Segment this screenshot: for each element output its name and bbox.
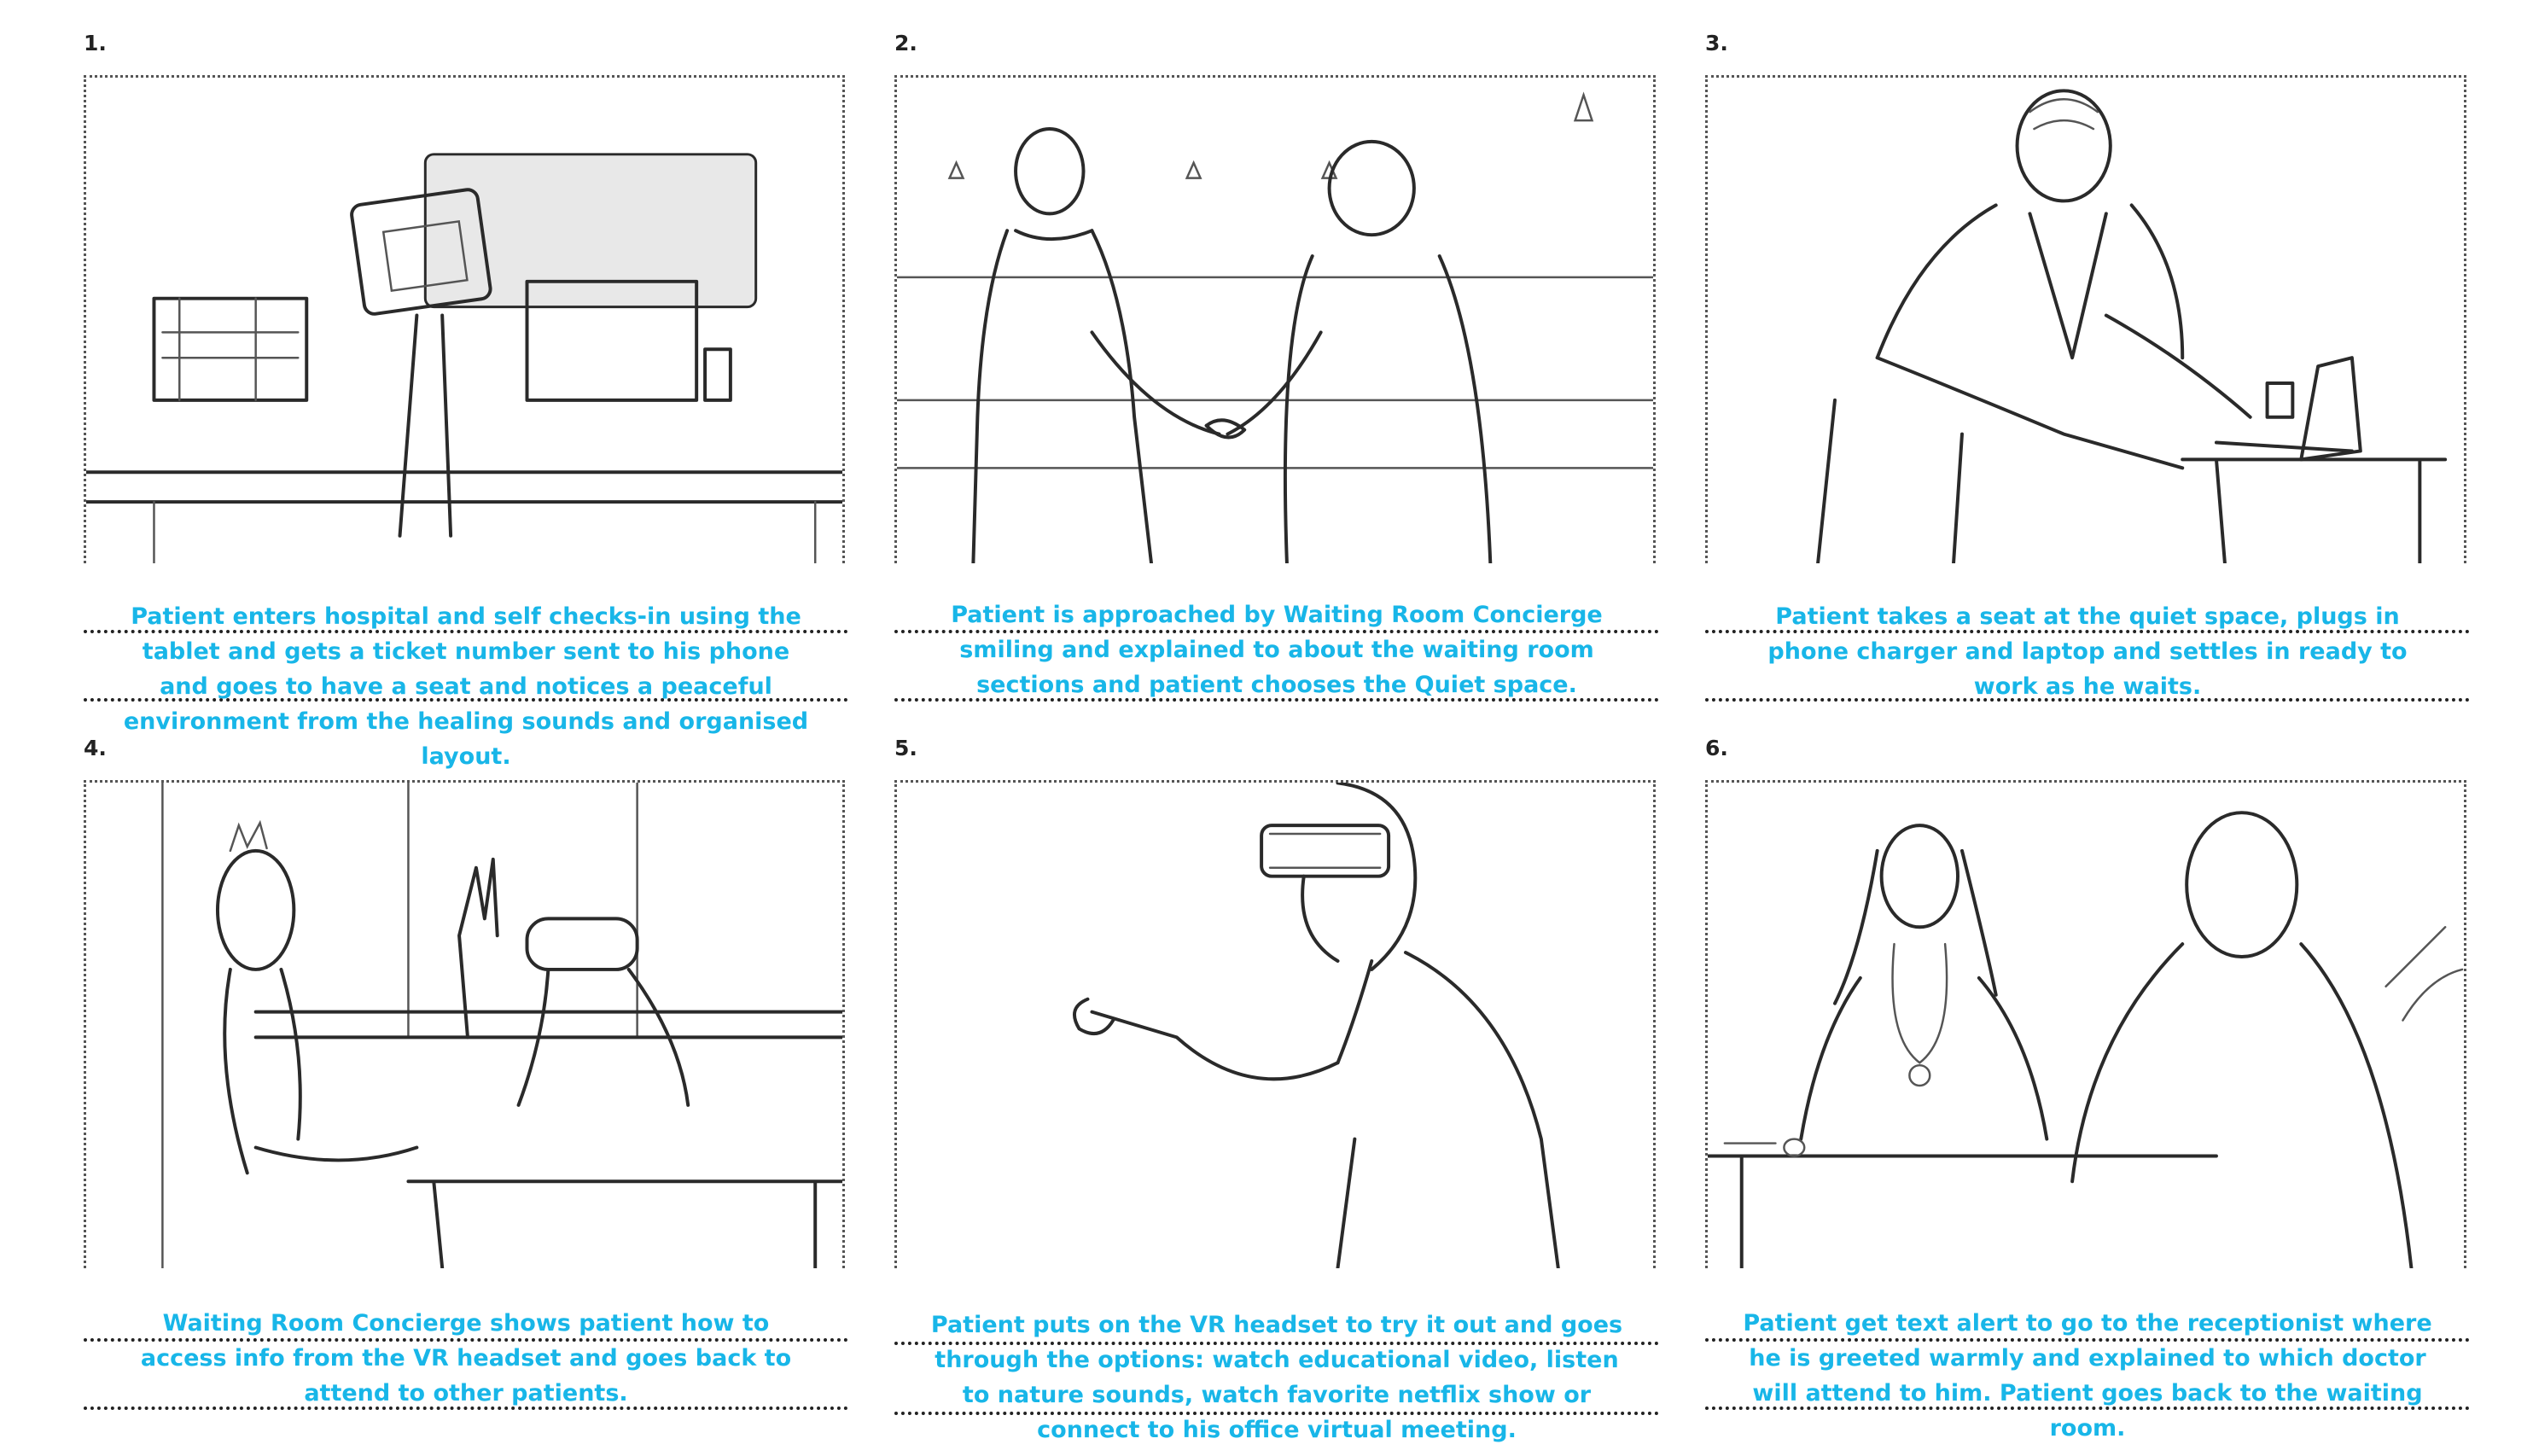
panel-illustration bbox=[1705, 75, 2466, 563]
panel-number: 1. bbox=[84, 31, 107, 55]
panel-number: 5. bbox=[894, 736, 917, 760]
panel-number: 6. bbox=[1705, 736, 1728, 760]
panel-illustration bbox=[894, 780, 1656, 1268]
sketch-kiosk-image bbox=[86, 153, 842, 563]
panel-caption: Patient is approached by Waiting Room Co… bbox=[951, 602, 1603, 698]
sketch-laptop-image bbox=[1816, 89, 2448, 563]
panel-caption: Patient puts on the VR headset to try it… bbox=[930, 1312, 1623, 1443]
panel-caption: Patient enters hospital and self checks-… bbox=[123, 603, 809, 770]
panel-caption: Waiting Room Concierge shows patient how… bbox=[140, 1310, 792, 1406]
panel-number: 3. bbox=[1705, 31, 1728, 55]
sketch-vr-headset-image bbox=[1072, 783, 1560, 1268]
panel-illustration bbox=[1705, 780, 2466, 1268]
sketch-handshake-image bbox=[897, 91, 1653, 563]
sketch-doctor-image bbox=[1708, 811, 2464, 1268]
panel-illustration bbox=[84, 75, 845, 563]
panel-caption: Patient takes a seat at the quiet space,… bbox=[1767, 603, 2408, 700]
panel-illustration bbox=[84, 780, 845, 1268]
panel-illustration bbox=[894, 75, 1656, 563]
panel-number: 4. bbox=[84, 736, 107, 760]
panel-number: 2. bbox=[894, 31, 917, 55]
panel-caption: Patient get text alert to go to the rece… bbox=[1743, 1310, 2432, 1441]
sketch-vr-demo-image bbox=[161, 783, 842, 1268]
